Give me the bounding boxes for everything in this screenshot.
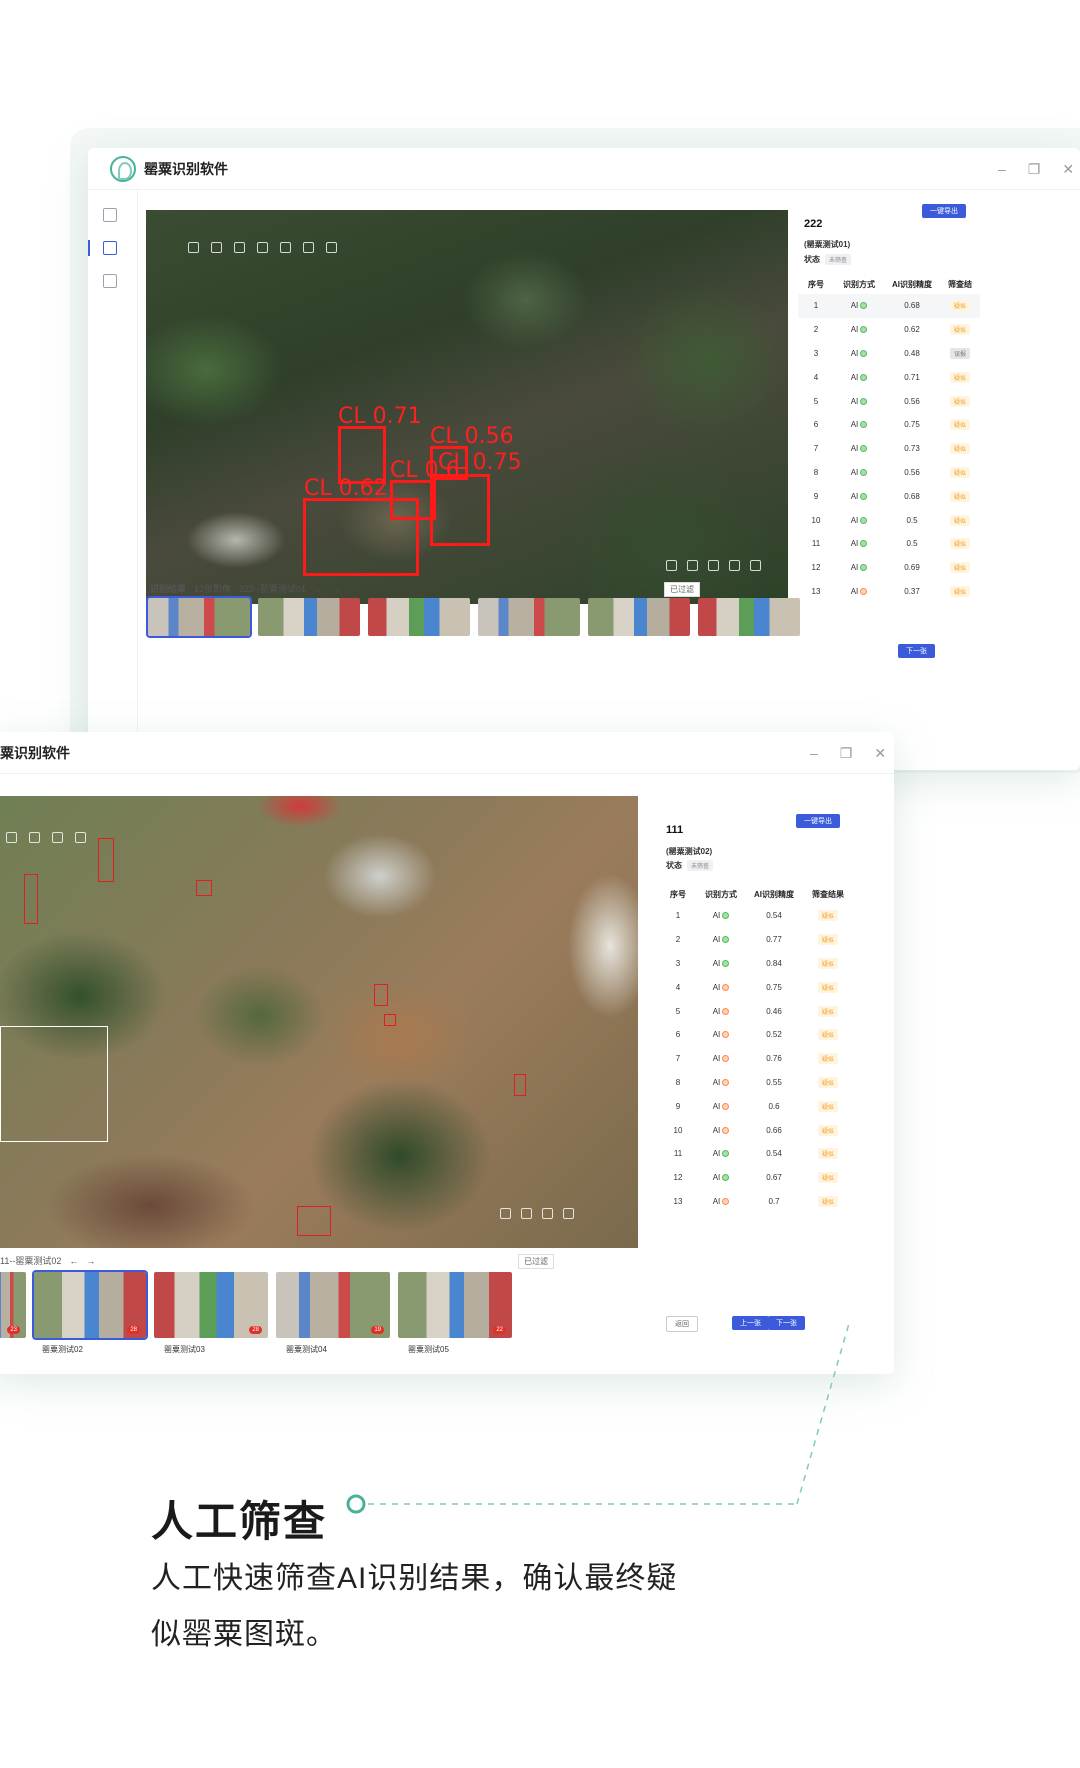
feature-heading: 人工筛查 — [151, 1498, 328, 1545]
feature-description: 人工快速筛查AI识别结果，确认最终疑似罂粟图斑。 — [151, 1562, 678, 1651]
callout-dot-icon — [346, 1494, 366, 1514]
